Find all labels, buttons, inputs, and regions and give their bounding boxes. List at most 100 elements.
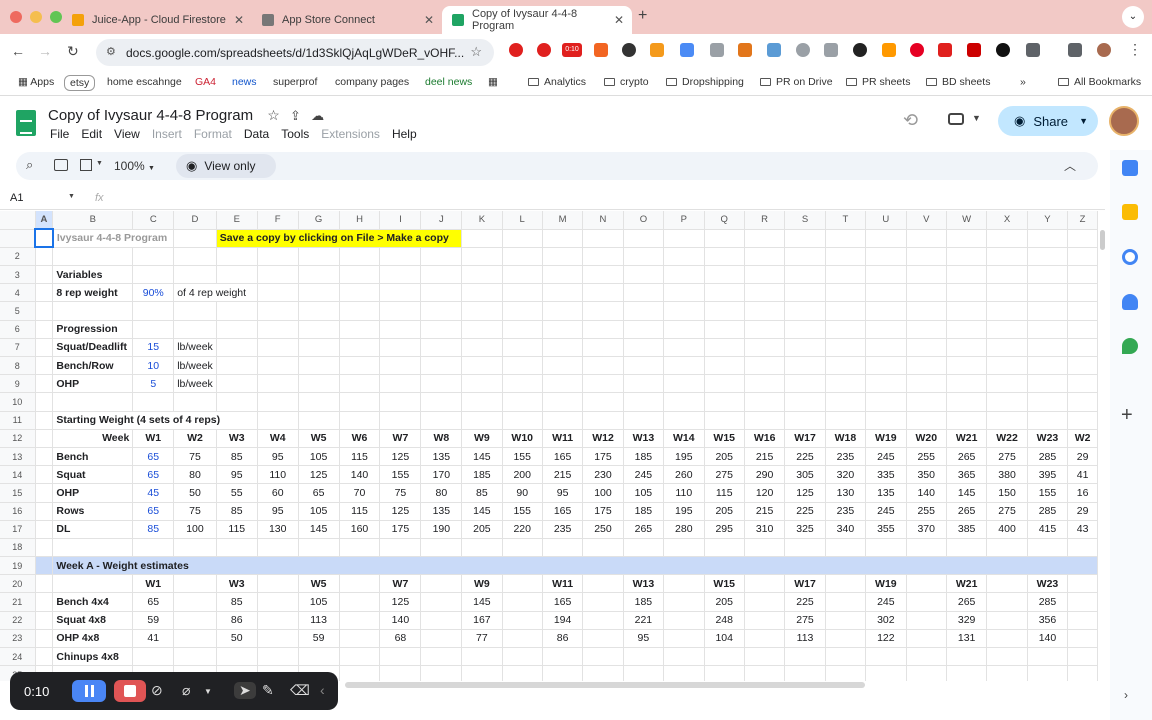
cell[interactable] (946, 283, 988, 303)
cell[interactable]: 100 (582, 483, 624, 503)
cell[interactable] (379, 538, 422, 558)
extension-icon[interactable] (710, 43, 724, 57)
cell[interactable] (339, 374, 381, 394)
cell[interactable] (744, 629, 786, 649)
cell[interactable]: 175 (582, 447, 624, 467)
cell[interactable] (744, 574, 786, 594)
cell[interactable]: W11 (542, 574, 584, 594)
cell[interactable] (906, 592, 947, 612)
scroll-up-icon[interactable] (1100, 230, 1105, 250)
cell[interactable] (946, 374, 988, 394)
cell[interactable] (865, 356, 907, 376)
menu-view[interactable]: View (114, 127, 140, 141)
cell[interactable] (744, 320, 786, 339)
cell[interactable] (298, 338, 340, 358)
cell[interactable] (216, 647, 258, 667)
menu-edit[interactable]: Edit (81, 127, 102, 141)
cell[interactable] (216, 265, 258, 285)
cell[interactable] (825, 665, 867, 681)
cell[interactable]: 415 (1027, 520, 1069, 539)
cell[interactable] (420, 538, 463, 558)
cell[interactable] (946, 647, 988, 667)
cell[interactable] (946, 320, 988, 339)
cell[interactable] (420, 356, 463, 376)
cell[interactable] (502, 574, 543, 594)
cell[interactable] (986, 629, 1028, 649)
cell[interactable]: 110 (257, 465, 299, 485)
column-header-j[interactable]: J (420, 211, 463, 230)
cell[interactable] (623, 374, 665, 394)
cell[interactable] (865, 338, 907, 358)
cell[interactable] (623, 665, 665, 681)
cell[interactable] (502, 538, 543, 558)
column-header-m[interactable]: M (542, 211, 584, 230)
extension-icon[interactable] (680, 43, 694, 57)
cell[interactable] (744, 392, 786, 412)
menu-insert[interactable]: Insert (152, 127, 182, 141)
row-header[interactable]: 24 (0, 647, 36, 667)
cell[interactable]: 275 (784, 611, 826, 630)
cell[interactable] (825, 374, 867, 394)
cell[interactable] (1067, 411, 1098, 430)
close-tab-icon[interactable]: ✕ (614, 13, 624, 27)
cell[interactable] (461, 247, 503, 267)
cell[interactable] (173, 611, 217, 630)
cell[interactable]: Chinups 4x8 (52, 647, 134, 667)
cell[interactable] (865, 283, 907, 303)
cell[interactable] (1027, 411, 1069, 430)
cell[interactable]: 355 (865, 520, 907, 539)
cell[interactable] (906, 283, 947, 303)
cell[interactable] (623, 320, 665, 339)
cell[interactable]: 145 (946, 483, 988, 503)
cell[interactable] (379, 265, 422, 285)
cell[interactable] (1027, 356, 1069, 376)
cell[interactable] (420, 411, 463, 430)
extension-icon[interactable] (622, 43, 636, 57)
extension-icon[interactable] (796, 43, 810, 57)
cell[interactable]: W23 (1027, 429, 1069, 448)
cell[interactable] (379, 301, 422, 321)
cell[interactable]: 68 (379, 629, 422, 649)
cell[interactable] (784, 665, 826, 681)
cell[interactable]: 41 (1067, 465, 1098, 485)
cell[interactable]: 260 (663, 465, 705, 485)
cell[interactable] (623, 265, 665, 285)
cell[interactable]: 145 (461, 447, 503, 467)
cell[interactable] (339, 538, 381, 558)
cell[interactable] (784, 374, 826, 394)
cell[interactable] (906, 629, 947, 649)
cell[interactable] (663, 374, 705, 394)
cell[interactable] (744, 301, 786, 321)
cell[interactable] (663, 392, 705, 412)
cell[interactable] (35, 483, 54, 503)
cell[interactable]: 150 (986, 483, 1028, 503)
cell[interactable] (173, 320, 217, 339)
cell[interactable] (420, 247, 463, 267)
cell[interactable]: 235 (825, 502, 867, 521)
cell[interactable]: 135 (420, 502, 463, 521)
cell[interactable]: W5 (298, 429, 340, 448)
cell[interactable] (173, 629, 217, 649)
cell[interactable]: 85 (216, 447, 258, 467)
menu-tools[interactable]: Tools (281, 127, 309, 141)
cell[interactable] (35, 629, 54, 649)
cell[interactable] (623, 356, 665, 376)
cell[interactable] (173, 574, 217, 594)
cell[interactable] (173, 647, 217, 667)
cell[interactable] (946, 538, 988, 558)
cell[interactable]: 135 (865, 483, 907, 503)
cell[interactable] (623, 392, 665, 412)
cell[interactable]: 95 (623, 629, 665, 649)
bookmark-star-icon[interactable]: ☆ (470, 44, 482, 60)
cell[interactable]: Variables (52, 265, 134, 285)
bookmark-home-exchange[interactable]: home escahnge (107, 76, 182, 88)
cell[interactable]: 185 (623, 592, 665, 612)
row-header[interactable]: 2 (0, 247, 36, 267)
cell[interactable] (1067, 320, 1098, 339)
cell[interactable]: Squat/Deadlift (52, 338, 134, 358)
cell[interactable] (1067, 356, 1098, 376)
cell[interactable]: 113 (298, 611, 340, 630)
cell[interactable] (825, 629, 867, 649)
cell[interactable]: OHP (52, 483, 134, 503)
cell[interactable] (704, 411, 745, 430)
